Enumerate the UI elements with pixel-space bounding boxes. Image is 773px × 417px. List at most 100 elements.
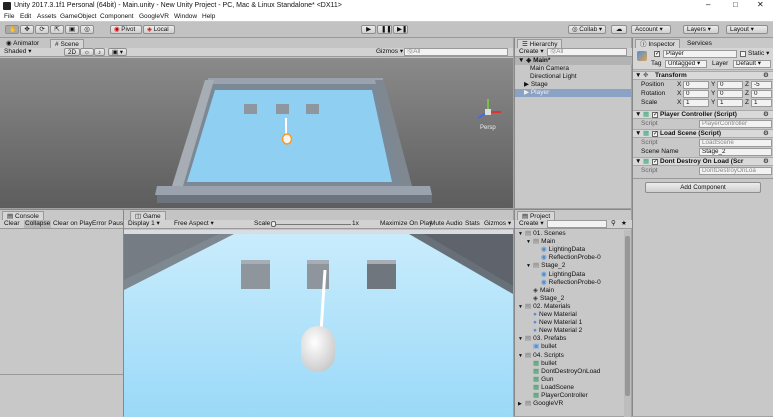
expand-arrow-icon[interactable]: ▼ xyxy=(518,303,525,311)
expand-arrow-icon[interactable]: ▼ xyxy=(526,262,533,270)
tab-project[interactable]: ▤ Project xyxy=(517,211,556,220)
project-item[interactable]: ● New Material 2 xyxy=(526,327,582,335)
scene-gizmo[interactable]: Persp xyxy=(470,96,510,132)
project-item[interactable]: ▶ ▤ GoogleVR xyxy=(518,400,563,408)
hierarchy-search-input[interactable]: ⓆAll xyxy=(547,48,627,56)
load-scene-enabled-checkbox[interactable]: ✓ xyxy=(652,131,658,137)
active-checkbox[interactable]: ✓ xyxy=(654,51,660,57)
project-item[interactable]: ◈ Main xyxy=(526,287,554,295)
expand-arrow-icon[interactable]: ▼ xyxy=(518,335,525,343)
project-create-dropdown[interactable]: Create ▾ xyxy=(519,220,544,228)
pivot-button[interactable]: ◉ Pivot xyxy=(110,25,142,34)
lighting-toggle[interactable]: ☼ xyxy=(80,48,94,56)
project-item[interactable]: ▦ Gun xyxy=(526,376,553,384)
hierarchy-create-dropdown[interactable]: Create ▾ xyxy=(519,48,544,56)
project-item[interactable]: ● New Material xyxy=(526,311,577,319)
console-error-pause-button[interactable]: Error Pause xyxy=(92,220,127,228)
console-collapse-button[interactable]: Collapse xyxy=(24,220,52,228)
scene-viewport[interactable] xyxy=(0,58,513,208)
hierarchy-item-scene[interactable]: ▼ ◈ Main* xyxy=(515,57,632,65)
player-controller-header[interactable]: ▼ ▦ ✓ Player Controller (Script) ⚙ xyxy=(633,110,773,119)
display-dropdown[interactable]: Display 1 ▾ xyxy=(128,220,160,228)
menu-window[interactable]: Window xyxy=(174,13,197,21)
tab-animator[interactable]: ◉ Animator xyxy=(2,39,43,48)
scene-search-input[interactable]: ⓆAll xyxy=(404,48,508,56)
menu-googlevr[interactable]: GoogleVR xyxy=(139,13,169,21)
expand-arrow-icon[interactable]: ▼ xyxy=(526,238,533,246)
project-item[interactable]: ◉ LightingData xyxy=(534,246,585,254)
layer-dropdown[interactable]: Default ▾ xyxy=(733,60,771,68)
project-item[interactable]: ▼ ▤ 01. Scenes xyxy=(518,230,566,238)
scale-y-field[interactable]: 1 xyxy=(717,99,743,107)
effects-dropdown[interactable]: ▣ ▾ xyxy=(108,48,127,56)
project-item[interactable]: ▼ ▤ 04. Scripts xyxy=(518,352,564,360)
project-item[interactable]: ▦ PlayerController xyxy=(526,392,588,400)
project-item[interactable]: ▣ bullet xyxy=(526,343,557,351)
menu-gameobject[interactable]: GameObject xyxy=(60,13,97,21)
tab-services[interactable]: Services xyxy=(683,39,716,48)
project-item[interactable]: ◉ ReflectionProbe-0 xyxy=(534,279,601,287)
tab-game[interactable]: ◫ Game xyxy=(130,211,166,220)
hierarchy-item-directional-light[interactable]: Directional Light xyxy=(530,73,577,81)
gear-icon[interactable]: ⚙ xyxy=(763,158,769,166)
shading-dropdown[interactable]: Shaded ▾ xyxy=(4,48,32,56)
project-item[interactable]: ▼ ▤ Main xyxy=(526,238,555,246)
transform-header[interactable]: ▼ ✥ Transform ⚙ xyxy=(633,71,773,80)
menu-component[interactable]: Component xyxy=(100,13,134,21)
menu-help[interactable]: Help xyxy=(202,13,215,21)
stats-button[interactable]: Stats xyxy=(465,220,480,228)
console-detail-area[interactable] xyxy=(0,374,123,417)
rect-tool-button[interactable]: ▣ xyxy=(65,25,79,34)
close-button[interactable]: ✕ xyxy=(757,1,764,9)
aspect-dropdown[interactable]: Free Aspect ▾ xyxy=(174,220,214,228)
scale-slider-thumb[interactable] xyxy=(271,221,276,227)
filter-icon[interactable]: ⚲ xyxy=(611,220,616,228)
menu-file[interactable]: File xyxy=(4,13,14,21)
step-button[interactable]: ▶❚ xyxy=(393,25,408,34)
rotate-tool-button[interactable]: ⟳ xyxy=(35,25,49,34)
star-icon[interactable]: ★ xyxy=(621,220,627,228)
play-button[interactable]: ▶ xyxy=(361,25,376,34)
transform-tool-button[interactable]: ◎ xyxy=(80,25,94,34)
mute-audio-button[interactable]: Mute Audio xyxy=(430,220,463,228)
audio-toggle[interactable]: ♪ xyxy=(94,48,106,56)
game-gizmos-dropdown[interactable]: Gizmos ▾ xyxy=(484,220,511,228)
project-scrollbar[interactable] xyxy=(624,230,631,417)
gear-icon[interactable]: ⚙ xyxy=(763,111,769,119)
gizmos-dropdown[interactable]: Gizmos ▾ xyxy=(376,48,403,56)
project-item[interactable]: ▼ ▤ Stage_2 xyxy=(526,262,565,270)
hand-tool-button[interactable]: ✋ xyxy=(5,25,19,34)
hierarchy-item-main-camera[interactable]: Main Camera xyxy=(530,65,569,73)
collab-button[interactable]: ◎ Collab ▾ xyxy=(568,25,606,34)
project-item[interactable]: ◉ LightingData xyxy=(534,271,585,279)
hierarchy-item-stage[interactable]: ▶ Stage xyxy=(524,81,548,89)
2d-toggle[interactable]: 2D xyxy=(64,48,81,56)
expand-arrow-icon[interactable]: ▼ xyxy=(518,230,525,238)
maximize-on-play-button[interactable]: Maximize On Play xyxy=(380,220,432,228)
cloud-button[interactable]: ☁ xyxy=(611,25,627,34)
dont-destroy-header[interactable]: ▼ ▦ ✓ Dont Destroy On Load (Scr ⚙ xyxy=(633,157,773,166)
position-z-field[interactable]: -5 xyxy=(751,81,772,89)
project-item[interactable]: ◈ Stage_2 xyxy=(526,295,564,303)
layout-button[interactable]: Layout ▾ xyxy=(726,25,768,34)
project-scrollbar-thumb[interactable] xyxy=(625,236,630,396)
scale-z-field[interactable]: 1 xyxy=(751,99,772,107)
project-item[interactable]: ▦ DontDestroyOnLoad xyxy=(526,368,600,376)
layers-button[interactable]: Layers ▾ xyxy=(683,25,719,34)
game-viewport[interactable] xyxy=(124,230,513,417)
project-item[interactable]: ● New Material 1 xyxy=(526,319,582,327)
add-component-button[interactable]: Add Component xyxy=(645,182,761,193)
move-tool-button[interactable]: ✥ xyxy=(20,25,34,34)
pause-button[interactable]: ❚❚ xyxy=(377,25,392,34)
player-controller-enabled-checkbox[interactable]: ✓ xyxy=(652,112,658,118)
tab-inspector[interactable]: ⓘ Inspector xyxy=(635,39,681,48)
expand-arrow-icon[interactable]: ▼ xyxy=(518,352,525,360)
project-item[interactable]: ◉ ReflectionProbe-0 xyxy=(534,254,601,262)
account-button[interactable]: Account ▾ xyxy=(631,25,671,34)
rotation-z-field[interactable]: 0 xyxy=(751,90,772,98)
scale-tool-button[interactable]: ⇱ xyxy=(50,25,64,34)
tab-scene[interactable]: # Scene xyxy=(50,39,84,48)
rotation-y-field[interactable]: 0 xyxy=(717,90,743,98)
console-clear-button[interactable]: Clear xyxy=(4,220,20,228)
project-item[interactable]: ▦ bullet xyxy=(526,360,557,368)
